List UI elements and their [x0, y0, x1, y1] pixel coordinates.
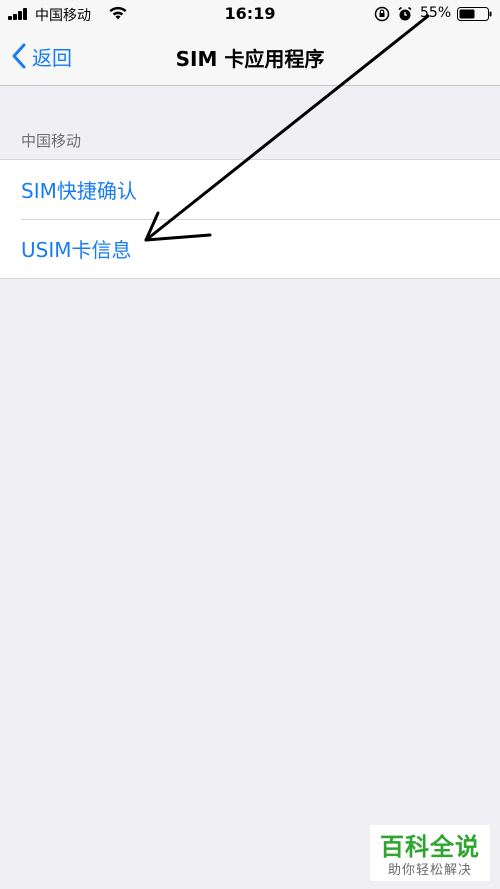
alarm-icon: [398, 6, 412, 21]
list-item-label: SIM快捷确认: [21, 179, 137, 203]
battery-icon: [457, 7, 492, 21]
list-item-label: USIM卡信息: [21, 238, 132, 262]
watermark-title: 百科全说: [380, 833, 480, 861]
lock-rotation-icon: [374, 6, 390, 22]
list-item-sim-quick-confirm[interactable]: SIM快捷确认: [0, 160, 500, 219]
sim-applications-list: SIM快捷确认 USIM卡信息: [0, 159, 500, 279]
battery-percentage: 55%: [420, 5, 452, 21]
navigation-bar: 返回 SIM 卡应用程序: [0, 28, 500, 86]
list-item-usim-card-info[interactable]: USIM卡信息: [0, 219, 500, 278]
status-bar: 中国移动 16:19 55%: [0, 0, 500, 28]
watermark-logo: 百科全说 助你轻松解决: [370, 825, 490, 881]
page-title: SIM 卡应用程序: [175, 47, 325, 71]
watermark-subtitle: 助你轻松解决: [387, 863, 472, 878]
section-header: 中国移动: [21, 132, 82, 150]
